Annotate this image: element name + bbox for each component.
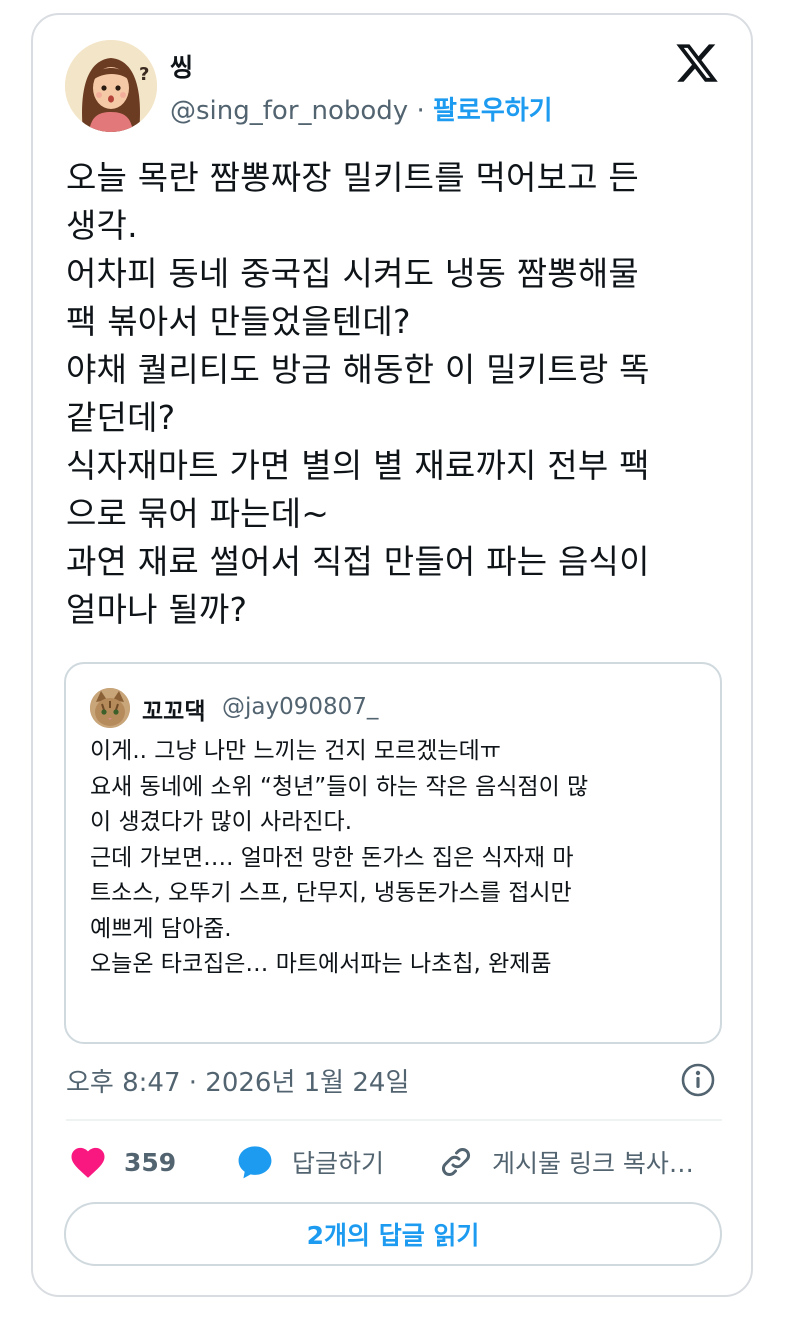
svg-text:?: ? — [139, 64, 149, 85]
author-handle-line: @sing_for_nobody · 팔로우하기 — [170, 90, 553, 127]
follow-button[interactable]: 팔로우하기 — [433, 96, 553, 126]
x-logo-icon[interactable] — [674, 40, 720, 86]
info-icon[interactable] — [680, 1062, 716, 1098]
read-replies-button[interactable]: 2개의 답글 읽기 — [64, 1202, 722, 1266]
reply-label: 답글하기 — [292, 1149, 385, 1178]
speech-bubble-icon — [238, 1146, 272, 1179]
author-avatar[interactable]: ? — [65, 40, 157, 132]
copy-link-button[interactable]: 게시물 링크 복사… — [438, 1140, 694, 1184]
author-display-name[interactable]: 씽 — [170, 48, 193, 84]
heart-icon — [71, 1147, 105, 1178]
like-count: 359 — [124, 1147, 177, 1177]
quoted-author-handle: @jay090807_ — [222, 694, 379, 720]
link-icon — [442, 1148, 470, 1176]
quoted-tweet-text: 이게.. 그냥 나만 느끼는 건지 모르겠는데ㅠ 요새 동네에 소위 “청년”들… — [90, 738, 589, 977]
tweet-timestamp[interactable]: 오후 8:47 · 2026년 1월 24일 — [66, 1062, 409, 1099]
quoted-author-name: 꼬꼬댁 — [142, 699, 206, 725]
copy-link-label: 게시물 링크 복사… — [492, 1149, 694, 1178]
like-button[interactable]: 359 — [70, 1140, 176, 1184]
tweet-text: 오늘 목란 짬뽕짜장 밀키트를 먹어보고 든 생각. 어차피 동네 중국집 시켜… — [66, 158, 650, 629]
cat-avatar-illustration — [90, 688, 130, 728]
reply-button[interactable]: 답글하기 — [236, 1140, 384, 1184]
quoted-tweet[interactable]: 꼬꼬댁 @jay090807_ 이게.. 그냥 나만 느끼는 건지 모르겠는데ㅠ… — [64, 662, 722, 1044]
handle-separator: · — [408, 96, 433, 126]
avatar-illustration: ? — [65, 40, 157, 132]
divider — [66, 1119, 722, 1121]
quoted-author-avatar — [90, 688, 130, 728]
author-handle[interactable]: @sing_for_nobody — [170, 96, 408, 126]
